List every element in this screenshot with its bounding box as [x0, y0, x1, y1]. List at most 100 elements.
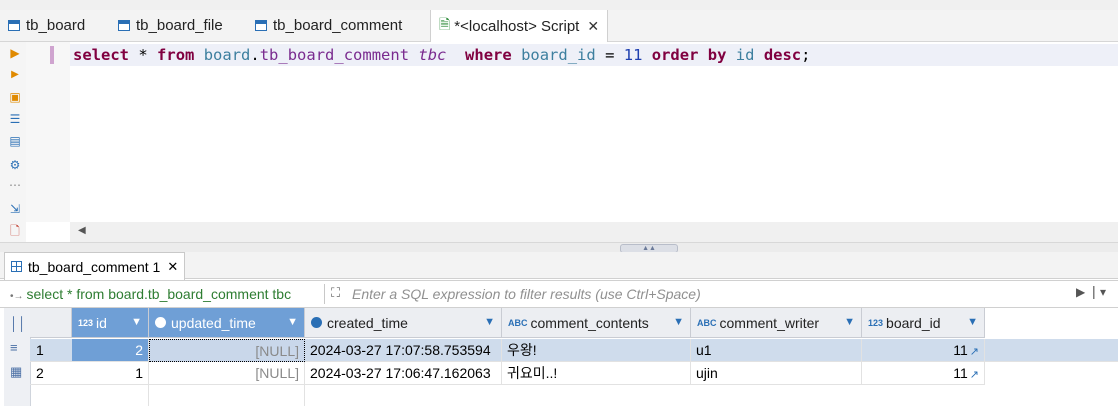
- filter-bar: •→ select * from board.tb_board_comment t…: [0, 280, 1118, 308]
- query-label[interactable]: •→ select * from board.tb_board_comment t…: [10, 281, 291, 307]
- empty-cell: [72, 385, 149, 406]
- column-name: comment_writer: [719, 314, 820, 331]
- editor-tab-bar: tb_board tb_board_file tb_board_comment …: [0, 10, 1118, 42]
- results-tab-label: tb_board_comment 1: [28, 258, 161, 275]
- chevron-down-icon[interactable]: ▼: [484, 316, 495, 328]
- sql-column: id: [735, 46, 755, 64]
- table-icon: [8, 20, 20, 31]
- sql-editor[interactable]: select * from board.tb_board_comment tbc…: [50, 42, 1118, 222]
- export-icon[interactable]: ⇲: [8, 202, 22, 216]
- execute-statement-icon[interactable]: ▶: [8, 46, 22, 60]
- column-header-comment-contents[interactable]: ABC comment_contents ▼: [502, 308, 691, 338]
- close-icon[interactable]: ✕: [167, 259, 178, 275]
- numeric-type-icon: 123: [868, 317, 884, 328]
- row-filler: [985, 339, 1118, 362]
- tab-label: tb_board_file: [136, 17, 223, 34]
- line-number-bar: [26, 42, 70, 222]
- column-name: updated_time: [171, 314, 256, 331]
- row-number-header: [30, 308, 72, 338]
- sql-table: tb_board_comment: [259, 46, 410, 64]
- filter-history-divider: |: [1092, 283, 1096, 299]
- empty-cell: [149, 385, 305, 406]
- sql-semicolon: ;: [801, 46, 811, 64]
- column-header-created-time[interactable]: created_time ▼: [305, 308, 502, 338]
- text-view-icon[interactable]: ≡: [10, 340, 18, 355]
- table-cell[interactable]: u1: [691, 339, 862, 362]
- table-cell[interactable]: 11 ↗: [862, 362, 985, 385]
- explain-plan-icon[interactable]: ☰: [8, 112, 22, 126]
- clock-icon: [311, 317, 322, 328]
- table-cell[interactable]: 11 ↗: [862, 339, 985, 362]
- scroll-left-icon[interactable]: ◀: [78, 225, 86, 236]
- panel-splitter[interactable]: ▲▲: [0, 242, 1118, 253]
- chevron-down-icon[interactable]: ▼: [673, 316, 684, 328]
- sql-keyword: desc: [763, 46, 802, 64]
- column-header-comment-writer[interactable]: ABC comment_writer ▼: [691, 308, 862, 338]
- window-top-strip: [0, 0, 1118, 10]
- tab-label: tb_board: [26, 17, 86, 34]
- column-name: comment_contents: [530, 314, 649, 331]
- table-cell[interactable]: [NULL]: [149, 339, 305, 362]
- text-type-icon: ABC: [697, 317, 717, 328]
- apply-filter-icon[interactable]: ▶: [1076, 285, 1085, 299]
- tab-label: *<localhost> Script: [454, 17, 580, 35]
- table-cell[interactable]: ujin: [691, 362, 862, 385]
- table-cell[interactable]: 귀요미..!: [502, 362, 691, 385]
- cell-value: 11: [953, 365, 968, 381]
- table-cell[interactable]: 우왕!: [502, 339, 691, 362]
- sql-dot: .: [250, 46, 260, 64]
- chevron-down-icon[interactable]: ▾: [1100, 285, 1106, 299]
- gear-icon[interactable]: ⚙: [8, 158, 22, 172]
- table-cell[interactable]: [NULL]: [149, 362, 305, 385]
- open-reference-icon[interactable]: ↗: [970, 346, 979, 358]
- grid-icon: [11, 261, 22, 272]
- load-plan-icon[interactable]: ▤: [8, 134, 22, 148]
- tab-script[interactable]: 🗎 *<localhost> Script ✕: [430, 10, 609, 42]
- expand-icon[interactable]: ⛶: [331, 285, 340, 301]
- separator-dots: ⋯: [9, 178, 21, 192]
- results-tab-bar: tb_board_comment 1 ✕: [0, 252, 1118, 280]
- query-text: select * from board.tb_board_comment tbc: [26, 286, 292, 302]
- cell-value: 11: [953, 342, 968, 358]
- results-view-switcher: ││ ≡ ▦: [4, 308, 31, 406]
- execute-script-icon[interactable]: ▣: [8, 90, 22, 104]
- column-header-updated-time[interactable]: updated_time ▼: [149, 308, 305, 338]
- close-icon[interactable]: ✕: [587, 18, 599, 35]
- editor-horizontal-scrollbar[interactable]: ◀: [70, 222, 1118, 242]
- row-number[interactable]: 2: [30, 362, 72, 385]
- filter-input[interactable]: Enter a SQL expression to filter results…: [352, 281, 1052, 307]
- table-cell[interactable]: 1: [72, 362, 149, 385]
- column-header-id[interactable]: 123 id ▼: [72, 308, 149, 338]
- sql-column: board_id: [521, 46, 596, 64]
- tab-tb-board[interactable]: tb_board: [8, 10, 85, 41]
- chevron-down-icon[interactable]: ▼: [287, 316, 298, 328]
- table-view-icon[interactable]: ▦: [10, 364, 22, 380]
- text-type-icon: ABC: [508, 317, 528, 328]
- column-name: id: [96, 314, 107, 331]
- sql-operator: =: [605, 46, 615, 64]
- execute-new-tab-icon[interactable]: ▶: [8, 68, 22, 82]
- divider: [324, 284, 325, 304]
- sql-schema: board: [203, 46, 251, 64]
- table-cell[interactable]: 2: [72, 339, 149, 362]
- chevron-down-icon[interactable]: ▼: [131, 316, 142, 328]
- chevron-down-icon[interactable]: ▼: [967, 316, 978, 328]
- tab-results[interactable]: tb_board_comment 1 ✕: [4, 252, 186, 280]
- chevron-down-icon[interactable]: ▼: [844, 316, 855, 328]
- table-cell[interactable]: 2024-03-27 17:07:58.753594: [305, 339, 502, 362]
- table-cell[interactable]: 2024-03-27 17:06:47.162063: [305, 362, 502, 385]
- sql-keyword: by: [707, 46, 727, 64]
- tab-tb-board-file[interactable]: tb_board_file: [118, 10, 223, 41]
- column-name: created_time: [327, 314, 408, 331]
- table-icon: [118, 20, 130, 31]
- grid-view-icon[interactable]: ││: [10, 316, 26, 331]
- column-header-board-id[interactable]: 123 board_id ▼: [862, 308, 985, 338]
- sql-alias: tbc: [418, 46, 447, 64]
- row-number[interactable]: 1: [30, 339, 72, 362]
- sql-icon: •→: [10, 291, 24, 302]
- open-reference-icon[interactable]: ↗: [970, 369, 979, 381]
- column-name: board_id: [886, 314, 941, 331]
- tab-tb-board-comment[interactable]: tb_board_comment: [255, 10, 402, 41]
- file-icon[interactable]: 🗋: [8, 224, 22, 238]
- editor-toolbar: ▶ ▶ ▣ ☰ ▤ ⚙ ⋯ ⇲ 🗋: [0, 42, 26, 242]
